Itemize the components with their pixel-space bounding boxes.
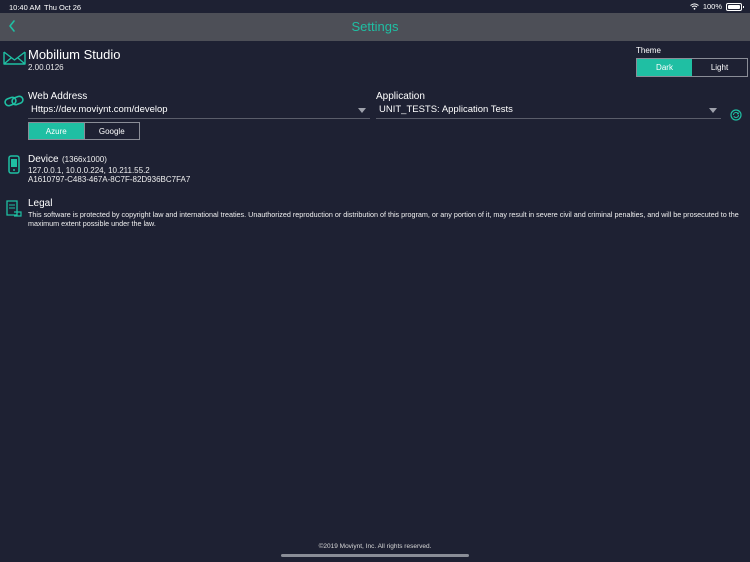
auth-provider-segmented-control: Azure Google — [28, 122, 140, 140]
legal-document-icon — [6, 200, 22, 217]
application-label: Application — [376, 91, 425, 102]
legal-label: Legal — [28, 198, 53, 209]
device-icon — [8, 155, 20, 174]
app-name: Mobilium Studio — [28, 47, 121, 62]
chevron-down-icon — [709, 108, 717, 113]
app-version: 2.00.0126 — [28, 63, 64, 72]
refresh-icon[interactable] — [730, 109, 742, 121]
theme-label: Theme — [636, 46, 661, 55]
home-indicator[interactable] — [281, 554, 469, 557]
theme-segmented-control: Dark Light — [636, 58, 748, 77]
chevron-down-icon — [358, 108, 366, 113]
status-date: Thu Oct 26 — [44, 3, 82, 12]
theme-option-light[interactable]: Light — [692, 59, 747, 76]
link-icon — [4, 95, 24, 107]
battery-percent: 100% — [702, 2, 722, 11]
status-time: 10:40 AM — [9, 3, 41, 12]
web-address-value: Https://dev.moviynt.com/develop — [31, 104, 168, 115]
device-resolution: (1366x1000) — [62, 155, 107, 164]
wifi-icon — [689, 3, 699, 10]
status-right: 100% — [689, 2, 744, 11]
device-ip-addresses: 127.0.0.1, 10.0.0.224, 10.211.55.2 — [28, 166, 150, 175]
web-address-dropdown[interactable]: Https://dev.moviynt.com/develop — [28, 103, 370, 119]
legal-text: This software is protected by copyright … — [28, 210, 739, 228]
navigation-bar: Settings — [0, 13, 750, 41]
device-id: A1610797-C483-467A-8C7F-82D936BC7FA7 — [28, 175, 191, 184]
application-value: UNIT_TESTS: Application Tests — [379, 104, 513, 115]
footer-copyright: ©2019 Moviynt, Inc. All rights reserved. — [318, 543, 432, 550]
application-dropdown[interactable]: UNIT_TESTS: Application Tests — [376, 103, 721, 119]
auth-option-google[interactable]: Google — [83, 123, 140, 139]
page-title: Settings — [351, 19, 399, 34]
battery-icon — [726, 2, 744, 11]
device-label: Device — [28, 154, 59, 165]
web-address-label: Web Address — [28, 91, 88, 102]
status-bar: 10:40 AM Thu Oct 26 100% — [0, 0, 750, 13]
app-logo-icon — [3, 51, 26, 65]
theme-option-dark[interactable]: Dark — [637, 59, 692, 76]
auth-option-azure[interactable]: Azure — [29, 123, 84, 139]
